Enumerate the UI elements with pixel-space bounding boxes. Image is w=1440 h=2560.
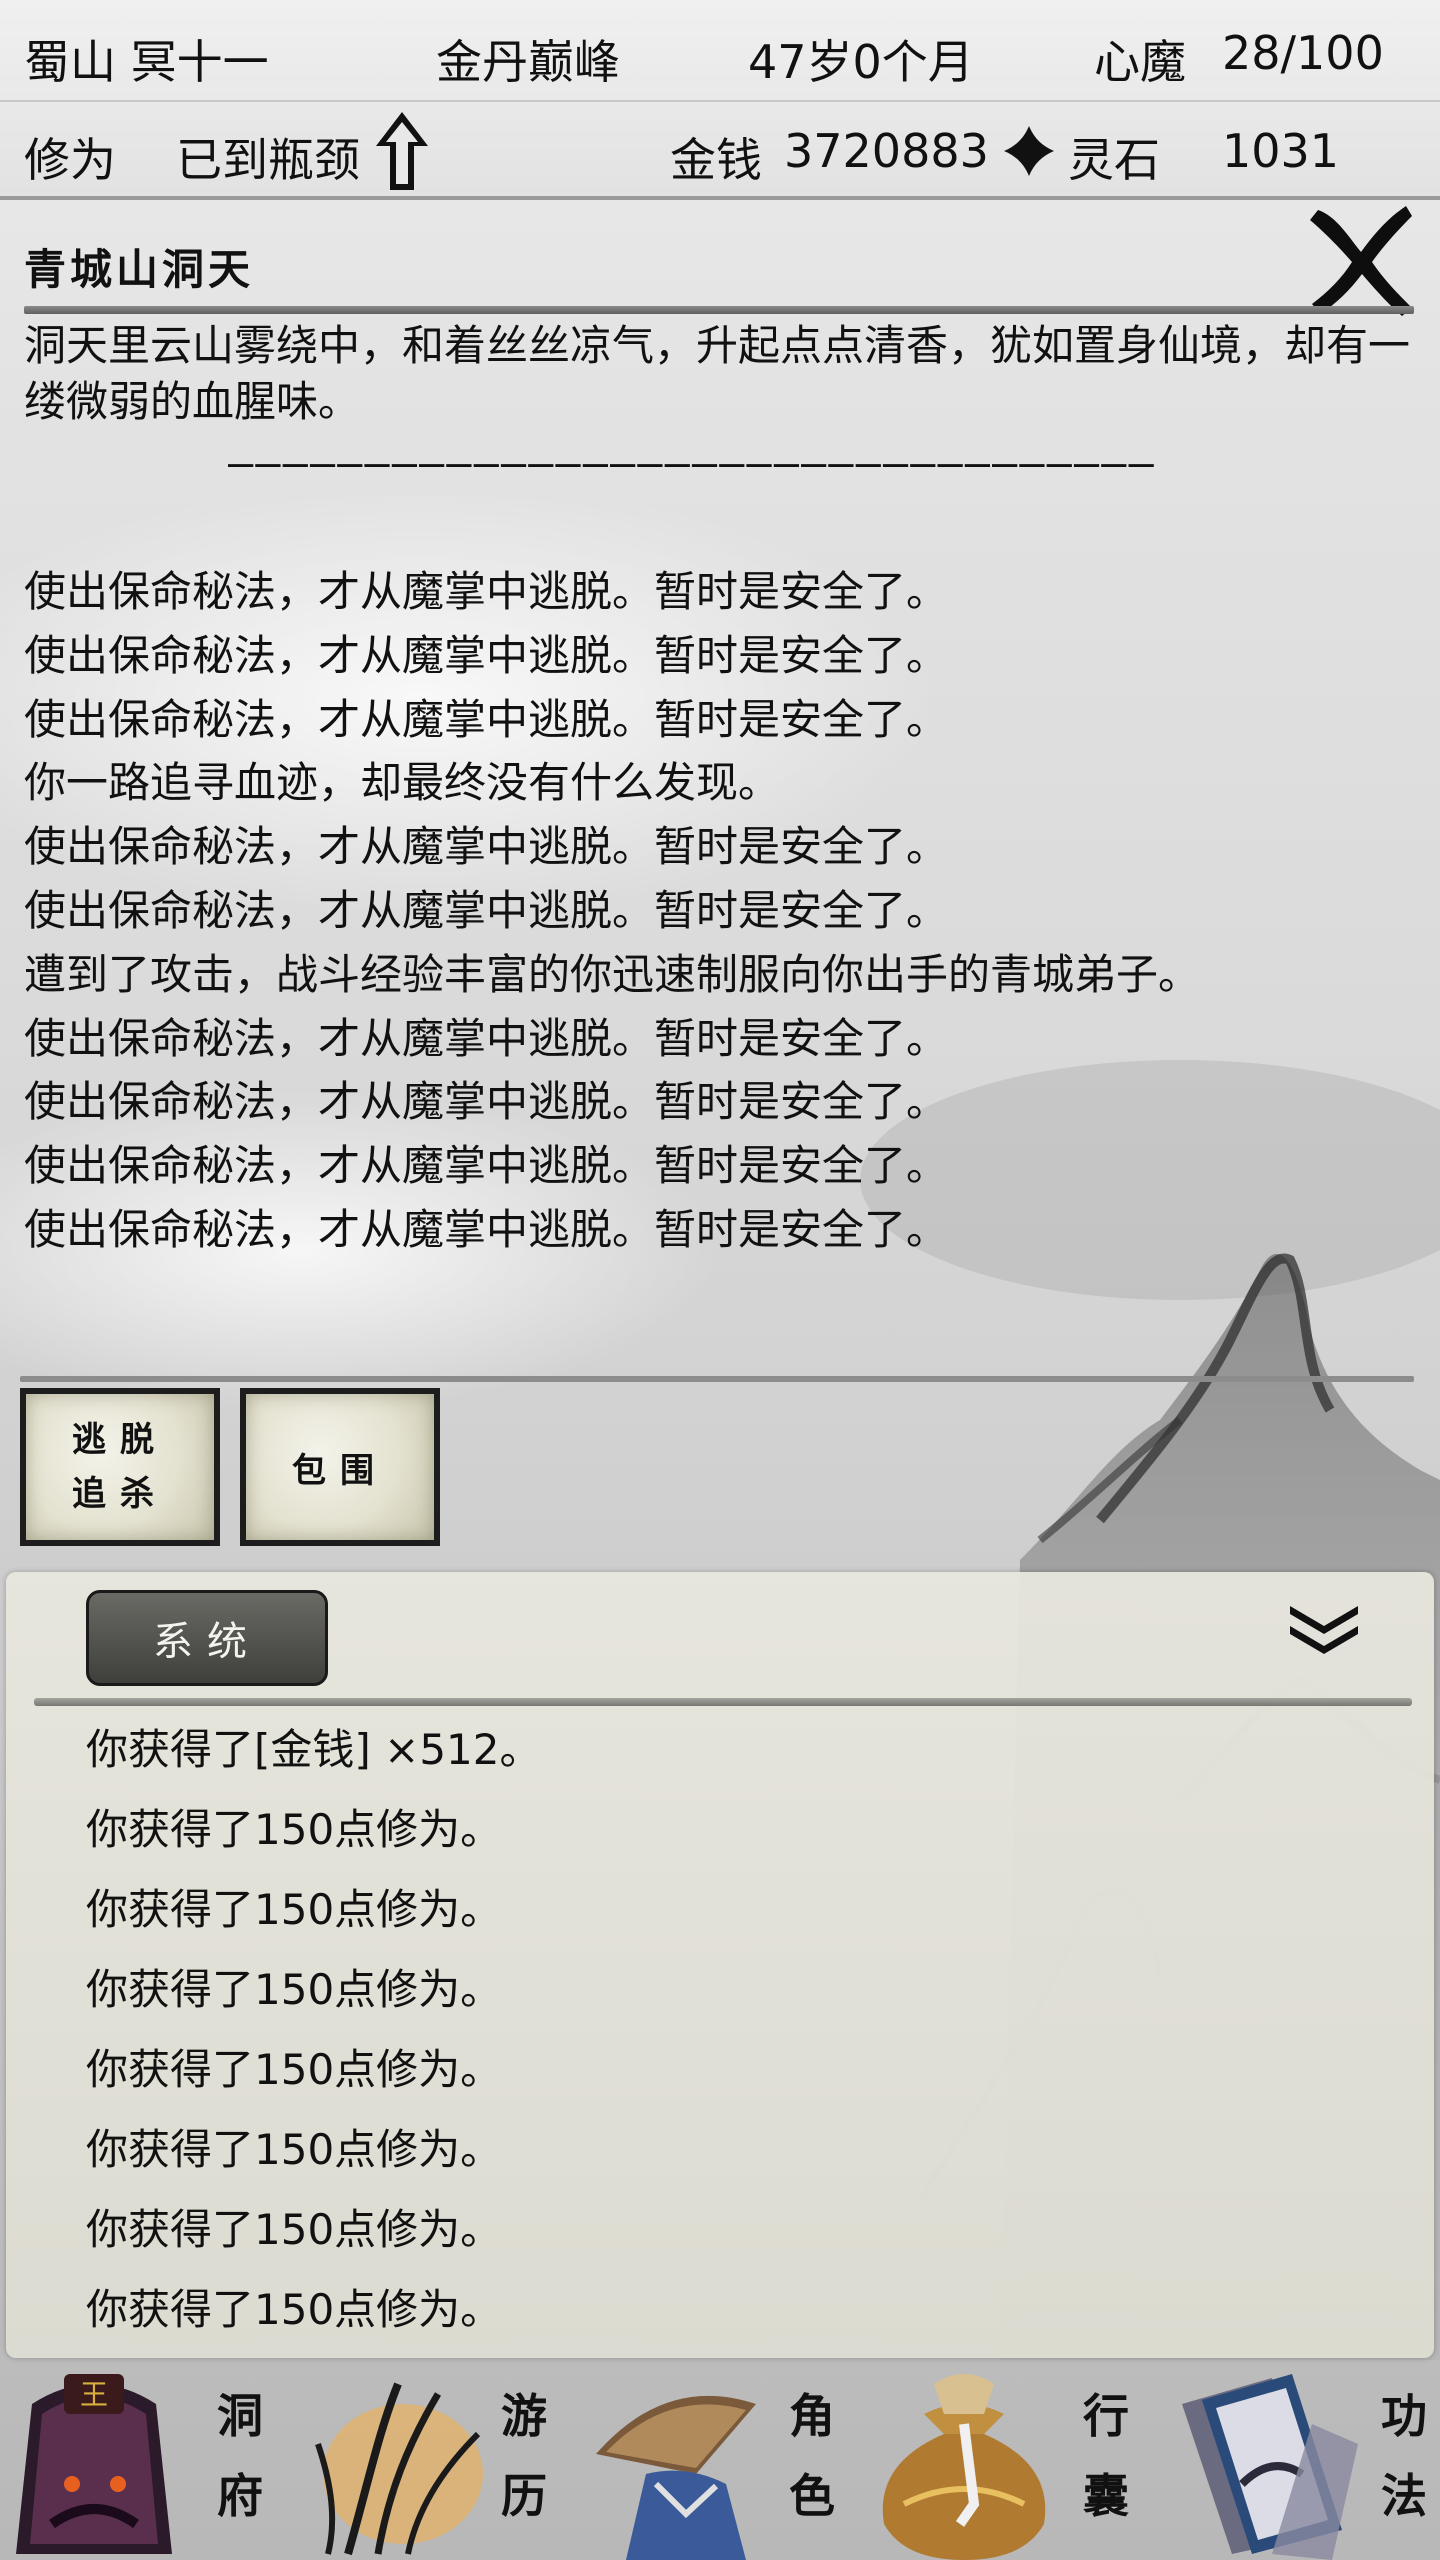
cultivation-status: 已到瓶颈 <box>176 133 360 187</box>
bottom-nav: 王 洞 府 游 历 角 色 行 囊 功 法 <box>0 2358 1440 2560</box>
character-icon <box>596 2395 756 2560</box>
svg-text:王: 王 <box>80 2378 108 2411</box>
log-line: 使出保命秘法，才从魔掌中逃脱。暂时是安全了。 <box>24 567 949 616</box>
log-line: 使出保命秘法，才从魔掌中逃脱。暂时是安全了。 <box>24 1077 949 1127</box>
inner-demon-value: 28/100 <box>1222 26 1384 80</box>
nav-label-bag-top: 行 <box>1083 2389 1129 2443</box>
event-log: 使出保命秘法，才从魔掌中逃脱。暂时是安全了。 使出保命秘法，才从魔掌中逃脱。暂时… <box>24 560 1424 1262</box>
system-message: 你获得了150点修为。 <box>86 2205 503 2254</box>
log-line: 使出保命秘法，才从魔掌中逃脱。暂时是安全了。 <box>24 885 949 935</box>
nav-label-travel-bottom: 历 <box>501 2469 547 2523</box>
log-line: 遭到了攻击，战斗经验丰富的你迅速制服向你出手的青城弟子。 <box>24 949 1201 999</box>
nav-item-travel[interactable]: 游 历 <box>288 2358 576 2560</box>
escape-button-line1: 逃脱 <box>72 1420 168 1460</box>
escape-button-line2: 追杀 <box>72 1474 168 1514</box>
system-message: 你获得了150点修为。 <box>86 1965 503 2014</box>
cultivation-label: 修为 <box>24 133 116 187</box>
log-line: 使出保命秘法，才从魔掌中逃脱。暂时是安全了。 <box>24 1141 949 1191</box>
nav-label-skills-bottom: 法 <box>1381 2469 1427 2523</box>
spirit-stone-label: 灵石 <box>1068 133 1160 187</box>
travel-icon <box>315 2382 483 2556</box>
system-message-panel: 系统 你获得了[金钱] ×512。 你获得了150点修为。 你获得了150点修为… <box>6 1572 1434 2358</box>
system-message: 你获得了150点修为。 <box>86 1805 503 1854</box>
money-value: 3720883 <box>784 124 989 178</box>
nav-item-bag[interactable]: 行 囊 <box>864 2358 1152 2560</box>
spirit-stone-icon <box>1004 126 1054 176</box>
description-separator: —————————————————————————————————— <box>228 438 1156 487</box>
system-message: 你获得了150点修为。 <box>86 2285 503 2334</box>
nav-item-skills[interactable]: 功 法 <box>1152 2358 1440 2560</box>
log-line: 使出保命秘法，才从魔掌中逃脱。暂时是安全了。 <box>24 822 949 872</box>
status-row-main: 蜀山 冥十一 金丹巅峰 47岁0个月 心魔 28/100 <box>0 4 1440 100</box>
nav-label-skills-top: 功 <box>1381 2389 1427 2443</box>
system-message-list: 你获得了[金钱] ×512。 你获得了150点修为。 你获得了150点修为。 你… <box>86 1710 541 2350</box>
player-age: 47岁0个月 <box>748 35 974 89</box>
nav-label-cave-top: 洞 <box>217 2389 263 2443</box>
nav-label-character-bottom: 色 <box>789 2469 835 2523</box>
system-message: 你获得了150点修为。 <box>86 2125 503 2174</box>
location-header-divider <box>24 306 1414 314</box>
player-location: 蜀山 冥十一 <box>24 35 269 89</box>
log-line: 使出保命秘法，才从魔掌中逃脱。暂时是安全了。 <box>24 694 949 744</box>
nav-label-travel-top: 游 <box>501 2389 547 2443</box>
cultivation-realm: 金丹巅峰 <box>436 35 620 89</box>
location-title: 青城山洞天 <box>24 245 255 294</box>
log-line: 使出保命秘法，才从魔掌中逃脱。暂时是安全了。 <box>24 1204 949 1254</box>
spirit-stone-value: 1031 <box>1222 124 1340 178</box>
nav-item-cave[interactable]: 王 洞 府 <box>0 2358 288 2560</box>
system-message: 你获得了[金钱] ×512。 <box>86 1725 542 1774</box>
surround-button-label: 包围 <box>292 1450 388 1491</box>
location-description: 洞天里云山雾绕中，和着丝丝凉气，升起点点清香，犹如置身仙境，却有一缕微弱的血腥味… <box>24 321 1411 426</box>
log-line: 你一路追寻血迹，却最终没有什么发现。 <box>24 758 781 808</box>
chevron-down-icon[interactable] <box>1286 1600 1362 1656</box>
status-bar: 蜀山 冥十一 金丹巅峰 47岁0个月 心魔 28/100 修为 已到瓶颈 金钱 … <box>0 0 1440 200</box>
tab-system[interactable]: 系统 <box>86 1590 328 1686</box>
bag-icon <box>882 2374 1046 2560</box>
nav-item-character[interactable]: 角 色 <box>576 2358 864 2560</box>
breakthrough-arrow-icon[interactable] <box>372 108 432 194</box>
system-panel-divider <box>34 1698 1412 1706</box>
inner-demon-label: 心魔 <box>1094 35 1186 89</box>
action-divider <box>20 1376 1414 1382</box>
cave-icon: 王 <box>16 2374 172 2554</box>
status-row-resources: 修为 已到瓶颈 金钱 3720883 灵石 1031 <box>0 100 1440 196</box>
log-line: 使出保命秘法，才从魔掌中逃脱。暂时是安全了。 <box>24 630 949 680</box>
nav-label-character-top: 角 <box>789 2389 835 2443</box>
log-line: 使出保命秘法，才从魔掌中逃脱。暂时是安全了。 <box>24 1013 949 1063</box>
surround-button[interactable]: 包围 <box>240 1388 440 1546</box>
system-message: 你获得了150点修为。 <box>86 2045 503 2094</box>
escape-pursuit-button[interactable]: 逃脱 追杀 <box>20 1388 220 1546</box>
skill-book-icon <box>1182 2374 1358 2560</box>
system-message: 你获得了150点修为。 <box>86 1885 503 1934</box>
nav-label-bag-bottom: 囊 <box>1083 2469 1129 2523</box>
close-icon[interactable] <box>1306 200 1416 318</box>
money-label: 金钱 <box>670 133 762 187</box>
nav-label-cave-bottom: 府 <box>217 2469 263 2523</box>
